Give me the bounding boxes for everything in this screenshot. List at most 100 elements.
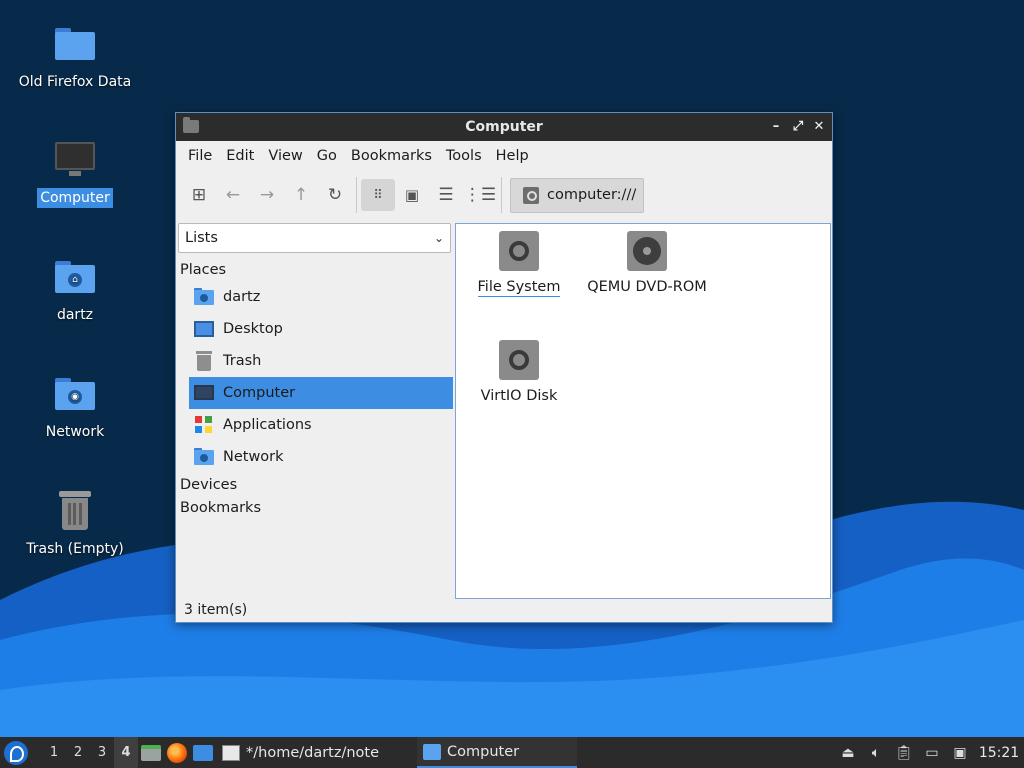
optical-drive-icon — [627, 231, 667, 271]
task-label: Computer — [447, 743, 520, 760]
thumbnail-view-button[interactable]: ▣ — [395, 179, 429, 211]
maximize-button[interactable]: ⤢ — [789, 118, 807, 136]
desktop-icon-computer[interactable]: Computer — [0, 138, 150, 208]
show-desktop-button[interactable] — [190, 737, 216, 768]
file-item-virtio-disk[interactable]: VirtIO Disk — [476, 340, 562, 404]
tray-notification-button[interactable]: ▣ — [946, 737, 974, 768]
file-item-label: QEMU DVD-ROM — [587, 279, 707, 295]
icon-view-button[interactable]: ⠿ — [361, 179, 395, 211]
up-icon: ↑ — [293, 185, 309, 205]
sidebar-item-label: dartz — [223, 289, 261, 305]
menu-file[interactable]: File — [181, 141, 219, 171]
detailed-list-view-button[interactable]: ⋮☰ — [463, 179, 497, 211]
menu-view[interactable]: View — [261, 141, 309, 171]
desktop-icon-label: dartz — [56, 307, 94, 323]
drive-icon — [499, 340, 539, 380]
folder-icon — [183, 117, 199, 133]
file-manager-launcher[interactable] — [138, 737, 164, 768]
applications-icon — [194, 415, 214, 435]
desktop-icon-label: Old Firefox Data — [18, 74, 132, 90]
workspace-2-button[interactable]: 2 — [66, 737, 90, 768]
minimize-button[interactable]: – — [767, 118, 785, 136]
computer-icon — [194, 383, 214, 403]
network-icon: ▭ — [925, 744, 939, 761]
bookmarks-header[interactable]: Bookmarks — [180, 498, 261, 518]
compact-view-button[interactable]: ☰ — [429, 179, 463, 211]
back-button[interactable]: ← — [216, 179, 250, 211]
updates-icon: ⏏ — [841, 744, 855, 761]
sidebar-item-applications[interactable]: Applications — [189, 409, 453, 441]
desktop-icon-label: Network — [45, 424, 105, 440]
detailed-list-view-icon: ⋮☰ — [463, 185, 497, 205]
desktop-icon-trash[interactable]: Trash (Empty) — [0, 489, 150, 559]
sidebar-item-trash[interactable]: Trash — [189, 345, 453, 377]
taskbar-task-note[interactable]: */home/dartz/note — [216, 737, 385, 768]
clipboard-icon: 📋︎ — [895, 744, 913, 761]
menu-bookmarks[interactable]: Bookmarks — [344, 141, 439, 171]
sidebar-item-label: Computer — [223, 385, 296, 401]
text-editor-icon — [222, 744, 240, 761]
desktop-icon — [193, 744, 213, 761]
folder-icon — [53, 22, 97, 66]
reload-button[interactable]: ↻ — [318, 179, 352, 211]
location-bar[interactable]: computer:/// — [510, 177, 644, 213]
places-header[interactable]: Places — [180, 260, 226, 280]
tray-clipboard-button[interactable]: 📋︎ — [890, 737, 918, 768]
drive-icon — [499, 231, 539, 271]
close-button[interactable]: ✕ — [810, 118, 828, 136]
forward-icon: → — [259, 185, 275, 205]
start-menu-button[interactable] — [4, 740, 28, 765]
file-manager-icon — [141, 744, 161, 761]
thumbnail-view-icon: ▣ — [404, 186, 420, 204]
menu-help[interactable]: Help — [489, 141, 536, 171]
toolbar: ⊞ ← → ↑ ↻ ⠿ ▣ ☰ ⋮☰ computer:/// — [176, 171, 832, 219]
side-pane-mode-value: Lists — [185, 230, 218, 246]
tray-network-button[interactable]: ▭ — [918, 737, 946, 768]
taskbar-task-computer[interactable]: Computer — [417, 737, 578, 768]
folder-icon — [423, 743, 442, 760]
volume-icon: 🔈︎ — [871, 744, 881, 761]
desktop-icon-dartz[interactable]: ⌂ dartz — [0, 255, 150, 325]
toolbar-separator — [356, 177, 357, 213]
drive-icon — [523, 186, 539, 204]
forward-button[interactable]: → — [250, 179, 284, 211]
location-path: computer:/// — [547, 187, 637, 203]
file-item-qemu-dvd-rom[interactable]: QEMU DVD-ROM — [584, 231, 710, 295]
clock[interactable]: 15:21 — [974, 745, 1024, 761]
task-label: */home/dartz/note — [246, 744, 380, 761]
workspace-4-button[interactable]: 4 — [114, 737, 138, 768]
file-icon-view[interactable]: File System QEMU DVD-ROM VirtIO Disk — [455, 223, 831, 599]
new-tab-button[interactable]: ⊞ — [182, 179, 216, 211]
window-titlebar[interactable]: Computer – ⤢ ✕ — [176, 113, 832, 141]
menu-edit[interactable]: Edit — [219, 141, 261, 171]
sidebar-item-label: Network — [223, 449, 284, 465]
firefox-launcher[interactable] — [164, 737, 190, 768]
file-item-file-system[interactable]: File System — [476, 231, 562, 297]
menu-tools[interactable]: Tools — [439, 141, 489, 171]
menu-go[interactable]: Go — [310, 141, 344, 171]
sidebar-item-desktop[interactable]: Desktop — [189, 313, 453, 345]
tray-updates-button[interactable]: ⏏ — [834, 737, 862, 768]
firefox-icon — [167, 742, 187, 763]
sidebar-item-network[interactable]: Network — [189, 441, 453, 473]
workspace-3-button[interactable]: 3 — [90, 737, 114, 768]
desktop-icon-old-firefox-data[interactable]: Old Firefox Data — [0, 22, 150, 92]
toolbar-separator — [501, 177, 502, 213]
side-pane-mode-select[interactable]: Lists ⌄ — [178, 223, 451, 253]
desktop-icon-network[interactable]: ◉ Network — [0, 372, 150, 442]
sidebar-item-label: Desktop — [223, 321, 283, 337]
desktop-icon-label: Trash (Empty) — [26, 541, 124, 557]
sidebar-item-computer[interactable]: Computer — [189, 377, 453, 409]
new-tab-icon: ⊞ — [191, 185, 207, 205]
desktop-icon-label: Computer — [37, 188, 113, 208]
workspace-1-button[interactable]: 1 — [42, 737, 66, 768]
up-button[interactable]: ↑ — [284, 179, 318, 211]
reload-icon: ↻ — [327, 185, 343, 205]
desktop-icon — [194, 319, 214, 339]
file-item-label: VirtIO Disk — [480, 388, 558, 404]
sidebar-item-dartz[interactable]: dartz — [189, 281, 453, 313]
devices-header[interactable]: Devices — [180, 475, 237, 495]
computer-icon — [53, 138, 97, 182]
file-item-label: File System — [477, 279, 561, 297]
tray-volume-button[interactable]: 🔈︎ — [862, 737, 890, 768]
